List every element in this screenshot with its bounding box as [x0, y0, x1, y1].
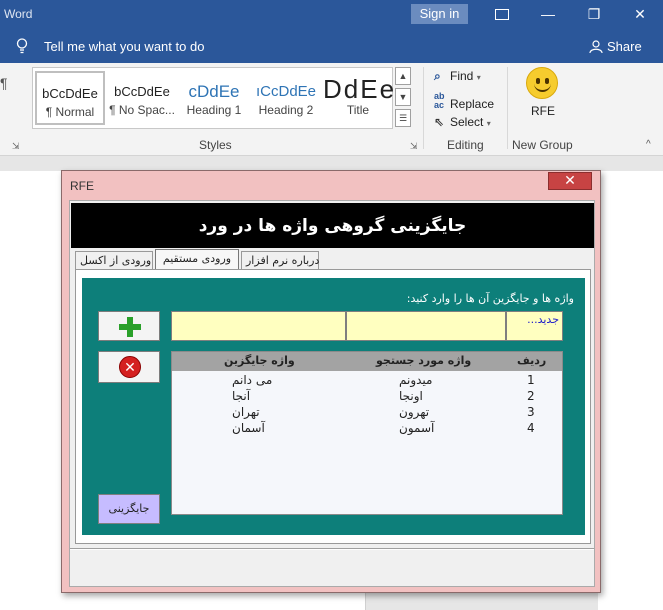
- find-label: Find: [450, 69, 474, 83]
- person-icon: [589, 40, 603, 54]
- close-circle-icon: ✕: [119, 356, 141, 378]
- style-name: Heading 2: [258, 103, 314, 117]
- row-number-input[interactable]: جدید...: [506, 311, 563, 341]
- style-name: ¶ No Spac...: [109, 103, 175, 117]
- styles-gallery: bCcDdEe ¶ Normal bCcDdEe ¶ No Spac... cD…: [32, 67, 393, 129]
- scroll-down-icon[interactable]: ▼: [395, 88, 411, 106]
- lightbulb-icon: [16, 38, 28, 54]
- select-label: Select: [450, 115, 484, 129]
- style-sample: DdEe: [323, 75, 393, 103]
- cell-replace: آنجا: [232, 389, 251, 403]
- dialog-client: جایگزینی گروهی واژه ها در ورد ورودی از ا…: [69, 200, 595, 587]
- style-no-spacing[interactable]: bCcDdEe ¶ No Spac...: [107, 71, 177, 125]
- rfe-button-label[interactable]: RFE: [531, 104, 555, 118]
- ribbon: ¶ bCcDdEe ¶ Normal bCcDdEe ¶ No Spac... …: [0, 63, 663, 156]
- cell-index: 4: [527, 421, 535, 435]
- tell-me-input[interactable]: Tell me what you want to do: [44, 39, 204, 54]
- style-normal[interactable]: bCcDdEe ¶ Normal: [35, 71, 105, 125]
- close-button[interactable]: ✕: [617, 0, 663, 28]
- style-heading-2[interactable]: ıCcDdEe Heading 2: [251, 71, 321, 125]
- share-label: Share: [607, 39, 642, 54]
- style-sample: ıCcDdEe: [255, 83, 317, 100]
- word-list[interactable]: واژه جایگزین واژه مورد جستجو ردیف می دان…: [171, 351, 563, 515]
- cell-search: میدونم: [399, 373, 433, 387]
- list-item[interactable]: تهران تهرون 3: [172, 405, 562, 421]
- minimize-button[interactable]: —: [525, 0, 571, 28]
- column-header-replace[interactable]: واژه جایگزین: [224, 354, 295, 367]
- scroll-up-icon[interactable]: ▲: [395, 67, 411, 85]
- smiley-icon[interactable]: [526, 67, 558, 99]
- separator: [507, 67, 508, 149]
- instruction-label: واژه ها و جایگزین آن ها را وارد کنید:: [406, 292, 574, 305]
- replace-button[interactable]: ab ac Replace: [434, 92, 494, 112]
- collapse-ribbon-icon[interactable]: ^: [646, 139, 651, 150]
- column-header-index[interactable]: ردیف: [517, 354, 546, 367]
- chevron-down-icon: ▾: [486, 119, 491, 128]
- styles-launcher-icon[interactable]: ⇲: [410, 141, 418, 152]
- cell-replace: می دانم: [232, 373, 273, 387]
- tab-about[interactable]: درباره نرم افزار: [241, 251, 319, 269]
- replacement-word-input[interactable]: [171, 311, 346, 341]
- list-item[interactable]: می دانم میدونم 1: [172, 373, 562, 389]
- list-header: واژه جایگزین واژه مورد جستجو ردیف: [172, 352, 562, 371]
- replace-label: Replace: [450, 97, 495, 111]
- styles-group-label: Styles: [199, 138, 232, 152]
- cursor-arrow-icon: ⇖: [434, 115, 445, 129]
- style-name: ¶ Normal: [45, 105, 95, 119]
- select-button[interactable]: ⇖ Select ▾: [434, 115, 491, 135]
- direct-input-panel: واژه ها و جایگزین آن ها را وارد کنید: ✕ …: [82, 278, 585, 535]
- plus-icon: [119, 317, 141, 337]
- new-group-label: New Group: [512, 138, 573, 152]
- separator: [423, 67, 424, 149]
- cell-index: 2: [527, 389, 535, 403]
- styles-scroll: ▲ ▼ ☰: [395, 67, 413, 129]
- banner-title: جایگزینی گروهی واژه ها در ورد: [71, 203, 594, 248]
- cell-search: تهرون: [399, 405, 430, 419]
- share-button[interactable]: Share: [589, 39, 642, 54]
- more-styles-icon[interactable]: ☰: [395, 109, 411, 127]
- style-sample: bCcDdEe: [42, 86, 98, 101]
- list-item[interactable]: آسمان آسمون 4: [172, 421, 562, 437]
- style-sample: bCcDdEe: [114, 84, 170, 99]
- tab-excel-input[interactable]: ورودی از اکسل: [75, 251, 153, 269]
- ribbon-display-options-button[interactable]: [479, 0, 525, 28]
- app-title: Word: [4, 7, 33, 21]
- replace-icon: ab ac: [434, 91, 445, 110]
- style-name: Title: [346, 103, 370, 117]
- cell-search: آسمون: [399, 421, 435, 435]
- search-word-input[interactable]: [346, 311, 506, 341]
- title-bar: Word Sign in — ❐ ✕: [0, 0, 663, 31]
- dialog-close-button[interactable]: ✕: [548, 172, 592, 190]
- column-header-search[interactable]: واژه مورد جستجو: [376, 354, 471, 367]
- magnifier-icon: ⌕: [434, 69, 441, 83]
- style-sample: cDdEe: [188, 82, 240, 101]
- replace-all-button[interactable]: جایگزینی: [98, 494, 160, 524]
- chevron-down-icon: ▾: [476, 73, 481, 82]
- tab-panel: واژه ها و جایگزین آن ها را وارد کنید: ✕ …: [75, 269, 591, 544]
- tell-me-bar: Tell me what you want to do Share: [0, 31, 663, 63]
- cell-index: 3: [527, 405, 535, 419]
- cell-replace: آسمان: [232, 421, 265, 435]
- paragraph-mark-icon[interactable]: ¶: [0, 75, 8, 91]
- dialog-title: RFE: [70, 179, 94, 193]
- style-name: Heading 1: [186, 103, 242, 117]
- divider: [70, 548, 594, 550]
- rfe-dialog: RFE ✕ جایگزینی گروهی واژه ها در ورد ورود…: [61, 170, 601, 593]
- style-title[interactable]: DdEe Title: [323, 71, 393, 125]
- sign-in-button[interactable]: Sign in: [411, 4, 468, 24]
- add-button[interactable]: [98, 311, 160, 341]
- tab-direct-input[interactable]: ورودی مستقیم: [155, 249, 239, 269]
- list-item[interactable]: آنجا اونجا 2: [172, 389, 562, 405]
- document-page-right[interactable]: [598, 171, 663, 610]
- delete-button[interactable]: ✕: [98, 351, 160, 383]
- cell-replace: تهران: [232, 405, 260, 419]
- editing-group-label: Editing: [447, 138, 484, 152]
- new-hint: جدید...: [527, 313, 559, 326]
- maximize-button[interactable]: ❐: [571, 0, 617, 28]
- cell-search: اونجا: [399, 389, 423, 403]
- find-button[interactable]: ⌕ Find ▾: [434, 69, 481, 89]
- style-heading-1[interactable]: cDdEe Heading 1: [179, 71, 249, 125]
- cell-index: 1: [527, 373, 535, 387]
- dialog-launcher-icon[interactable]: ⇲: [12, 141, 20, 152]
